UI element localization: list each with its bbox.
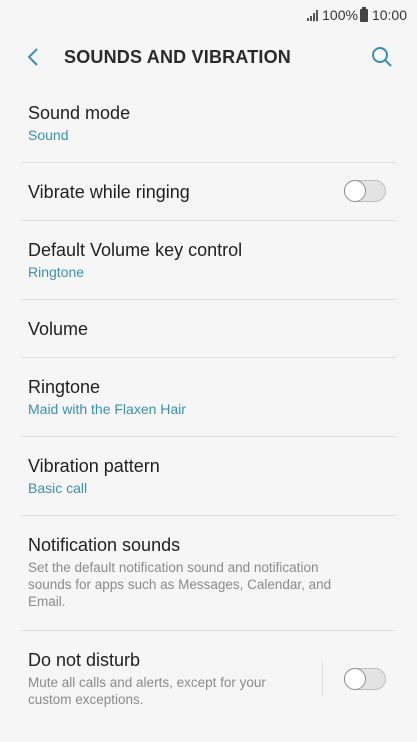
clock: 10:00 [371,7,407,23]
item-title: Volume [28,319,89,339]
toggle-knob [344,180,366,202]
item-title: Ringtone [28,377,101,397]
item-value: Sound [28,127,69,143]
dnd-toggle[interactable] [344,668,386,690]
status-bar: 100% 10:00 [0,0,417,30]
search-button[interactable] [367,42,397,72]
vibration-pattern-item[interactable]: Vibration pattern Basic call [0,437,417,515]
search-icon [372,47,392,67]
item-value: Maid with the Flaxen Hair [28,401,186,417]
item-title: Vibrate while ringing [28,182,190,202]
default-volume-key-item[interactable]: Default Volume key control Ringtone [0,221,417,299]
battery-icon [359,6,368,22]
item-title: Default Volume key control [28,240,243,260]
ringtone-item[interactable]: Ringtone Maid with the Flaxen Hair [0,358,417,436]
notification-sounds-item[interactable]: Notification sounds Set the default noti… [0,516,417,630]
settings-list: Sound mode Sound Vibrate while ringing D… [0,84,417,727]
back-button[interactable] [8,30,58,84]
page-title: SOUNDS AND VIBRATION [64,46,292,67]
item-value: Basic call [28,480,88,496]
do-not-disturb-item[interactable]: Do not disturb Mute all calls and alerts… [0,631,417,727]
item-title: Vibration pattern [28,456,160,476]
item-title: Notification sounds [28,535,181,555]
signal-icon [307,9,319,21]
item-description: Mute all calls and alerts, except for yo… [28,675,266,707]
battery-percent: 100% [322,7,358,23]
item-description: Set the default notification sound and n… [28,560,332,609]
app-header: SOUNDS AND VIBRATION [0,30,417,84]
vibrate-toggle[interactable] [344,180,386,202]
toggle-knob [344,668,366,690]
chevron-left-icon [27,48,38,66]
vertical-divider [322,662,323,696]
sound-mode-item[interactable]: Sound mode Sound [0,84,417,162]
item-value: Ringtone [28,264,85,280]
vibrate-while-ringing-item[interactable]: Vibrate while ringing [0,163,417,220]
item-title: Do not disturb [28,650,141,670]
item-title: Sound mode [28,103,131,123]
volume-item[interactable]: Volume [0,300,417,357]
